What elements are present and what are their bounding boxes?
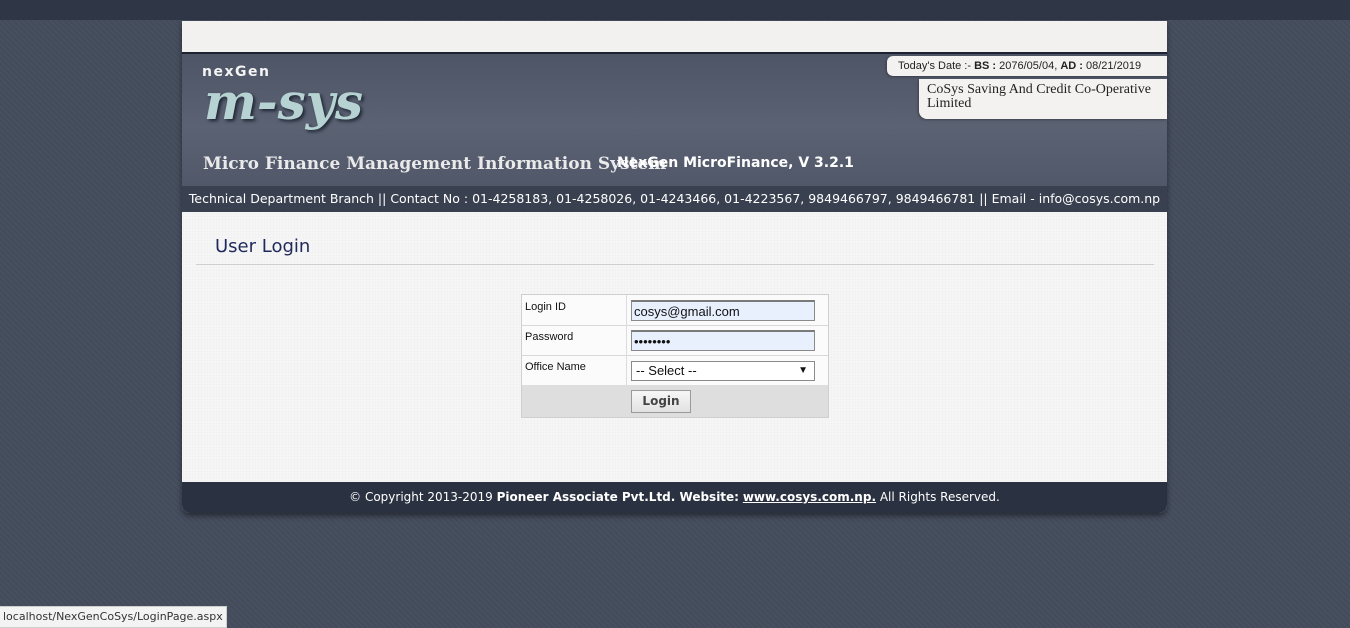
contact-bar: Technical Department Branch || Contact N… xyxy=(182,186,1167,212)
date-box: Today's Date :- BS : 2076/05/04, AD : 08… xyxy=(887,56,1167,76)
app-frame: nexGen m-sys Micro Finance Management In… xyxy=(182,21,1167,513)
website-link[interactable]: www.cosys.com.np. xyxy=(743,490,876,504)
top-bar xyxy=(182,21,1167,54)
password-input[interactable] xyxy=(631,330,815,351)
date-prefix: Today's Date :- xyxy=(898,60,972,72)
dropdown-arrow-icon: ▼ xyxy=(798,365,808,376)
login-content: User Login Login ID Password Office Name… xyxy=(182,212,1167,482)
button-row: Login xyxy=(522,385,828,417)
office-name-label: Office Name xyxy=(525,361,586,373)
login-button[interactable]: Login xyxy=(631,390,691,413)
login-id-row: Login ID xyxy=(522,295,828,326)
login-id-label: Login ID xyxy=(525,301,566,313)
office-selected-value: -- Select -- xyxy=(636,363,697,378)
footer: © Copyright 2013-2019 Pioneer Associate … xyxy=(182,482,1167,513)
bs-date: 2076/05/04, xyxy=(999,60,1058,72)
page-title: User Login xyxy=(215,236,311,257)
organization-box: CoSys Saving And Credit Co-Operative Lim… xyxy=(919,79,1167,119)
browser-top-strip xyxy=(0,0,1350,20)
password-row: Password xyxy=(522,325,828,356)
system-title: Micro Finance Management Information Sys… xyxy=(203,154,667,174)
login-form: Login ID Password Office Name -- Select … xyxy=(521,294,829,418)
msys-logo: m-sys xyxy=(204,72,364,131)
status-bar-url: localhost/NexGenCoSys/LoginPage.aspx xyxy=(0,606,227,628)
bs-label: BS : xyxy=(974,60,997,72)
rights-text: All Rights Reserved. xyxy=(879,490,1000,504)
office-row: Office Name -- Select -- ▼ xyxy=(522,355,828,386)
ad-date: 08/21/2019 xyxy=(1086,60,1142,72)
office-name-select[interactable]: -- Select -- ▼ xyxy=(631,361,815,381)
header-banner: nexGen m-sys Micro Finance Management In… xyxy=(182,54,1167,186)
title-divider xyxy=(196,264,1154,265)
login-id-input[interactable] xyxy=(631,300,815,321)
company-name: Pioneer Associate Pvt.Ltd. Website: xyxy=(496,490,739,504)
copyright-text: © Copyright 2013-2019 xyxy=(349,490,493,504)
ad-label: AD : xyxy=(1060,60,1083,72)
version-label: NexGen MicroFinance, V 3.2.1 xyxy=(617,155,854,171)
password-label: Password xyxy=(525,331,574,343)
